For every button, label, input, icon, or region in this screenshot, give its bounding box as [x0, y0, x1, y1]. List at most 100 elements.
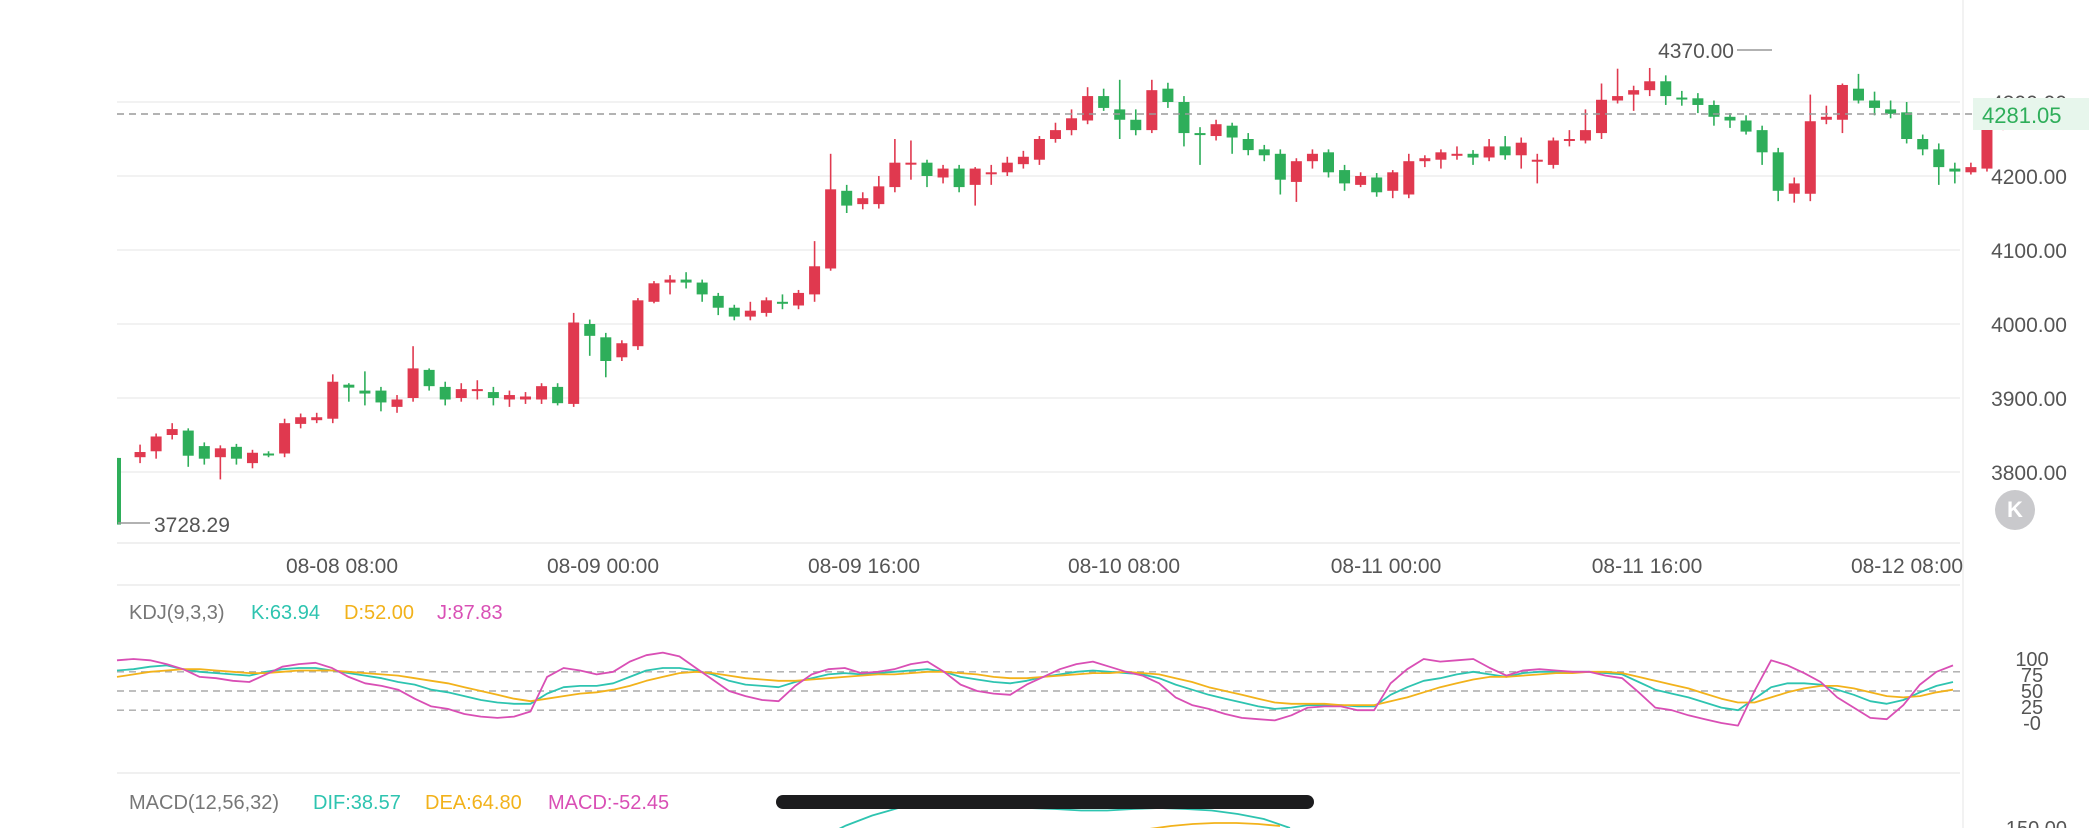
- candle: [616, 340, 628, 361]
- macd-dea-label: DEA:64.80: [425, 792, 522, 814]
- candle-body: [1692, 98, 1704, 105]
- candle: [182, 428, 194, 467]
- candle: [1082, 87, 1094, 125]
- candle-body: [1355, 176, 1367, 185]
- high-label: 4370.00: [1658, 40, 1734, 63]
- candles: [117, 67, 2041, 525]
- candle-body: [1660, 81, 1672, 97]
- time-tick-label: 08-10 08:00: [1068, 555, 1180, 578]
- time-axis: 08-08 08:00 08-09 00:00 08-09 16:00 08-10 0…: [286, 555, 1963, 578]
- candle-body: [1258, 149, 1270, 156]
- candle-body: [1933, 149, 1945, 168]
- candle: [953, 164, 965, 193]
- candle-body: [937, 168, 949, 178]
- candle-body: [327, 381, 339, 419]
- candle: [1836, 83, 1848, 134]
- candle-body: [1001, 162, 1013, 173]
- candle-body: [953, 168, 965, 188]
- macd-axis-tick: 150.00: [2006, 818, 2067, 828]
- candle-body: [1435, 152, 1447, 160]
- candle-body: [1740, 120, 1752, 132]
- candle-body: [760, 300, 772, 313]
- candle-body: [1066, 118, 1078, 131]
- candle-body: [279, 423, 291, 454]
- candle: [134, 444, 146, 464]
- candle: [1563, 130, 1575, 147]
- candle: [857, 192, 869, 210]
- candle-body: [600, 337, 612, 361]
- candle: [1194, 127, 1206, 165]
- candle: [1885, 100, 1897, 119]
- candle-body: [632, 300, 644, 347]
- candle: [937, 164, 949, 184]
- candle: [150, 433, 162, 459]
- candle-body: [407, 368, 419, 398]
- candle-body: [1451, 153, 1463, 156]
- candle-body: [182, 430, 194, 456]
- candle: [263, 451, 275, 458]
- candle-body: [1146, 90, 1158, 131]
- candle-body: [439, 386, 451, 400]
- candle-body: [1917, 139, 1929, 150]
- candle: [1178, 96, 1190, 147]
- candle-body: [198, 446, 210, 459]
- kline-collapse-button[interactable]: K: [1995, 490, 2035, 530]
- candle: [552, 383, 564, 406]
- candle-body: [1772, 152, 1784, 191]
- candle-body: [1981, 127, 1993, 169]
- candle-body: [1162, 88, 1174, 102]
- candle: [712, 292, 724, 316]
- candle-body: [616, 343, 628, 358]
- candle-body: [809, 266, 821, 295]
- candle: [1756, 125, 1768, 165]
- candle: [1419, 155, 1431, 168]
- candle: [680, 272, 692, 289]
- candle-body: [776, 301, 788, 304]
- candle: [1692, 93, 1704, 114]
- candle-body: [1323, 152, 1334, 173]
- candle: [407, 346, 419, 402]
- candle: [1355, 172, 1367, 188]
- candle-body: [985, 172, 997, 175]
- time-tick-label: 08-12 08:00: [1851, 555, 1963, 578]
- candle-body: [487, 392, 499, 398]
- candle-body: [568, 322, 580, 404]
- candle: [1531, 153, 1543, 184]
- candle-body: [1403, 161, 1415, 195]
- candle-body: [552, 386, 564, 404]
- macd-legend: MACD(12,56,32) DIF:38.57 DEA:64.80 MACD:…: [129, 792, 669, 814]
- candle: [1306, 149, 1318, 169]
- candle: [1098, 88, 1110, 111]
- candle: [921, 159, 933, 188]
- candle-body: [295, 417, 307, 424]
- candle: [520, 392, 531, 404]
- candle: [295, 413, 307, 429]
- price-tick-label: 3900.00: [1991, 388, 2067, 411]
- candle: [696, 279, 708, 302]
- candle: [327, 374, 339, 424]
- candle-body: [246, 452, 258, 464]
- time-tick-label: 08-11 16:00: [1592, 555, 1703, 578]
- candle: [1258, 144, 1270, 162]
- candle: [905, 140, 917, 180]
- candle: [536, 383, 548, 404]
- candle: [439, 381, 451, 406]
- candle-body: [648, 283, 660, 302]
- candle: [1339, 164, 1351, 191]
- candle: [1933, 143, 1945, 185]
- candle-body: [1226, 125, 1238, 138]
- candle: [985, 164, 997, 185]
- price-tick-label: 3800.00: [1991, 462, 2067, 485]
- price-tick-label: 4100.00: [1991, 240, 2067, 263]
- candle: [1162, 82, 1174, 108]
- candle: [969, 167, 981, 206]
- candle-body: [728, 307, 740, 317]
- macd-title: MACD(12,56,32): [129, 792, 279, 814]
- candle: [487, 386, 499, 406]
- candle-body: [889, 162, 901, 188]
- candle: [1869, 91, 1881, 116]
- candle-body: [1387, 172, 1399, 191]
- candle-body: [1467, 153, 1479, 158]
- candle: [1387, 170, 1399, 199]
- candle-body: [744, 310, 756, 317]
